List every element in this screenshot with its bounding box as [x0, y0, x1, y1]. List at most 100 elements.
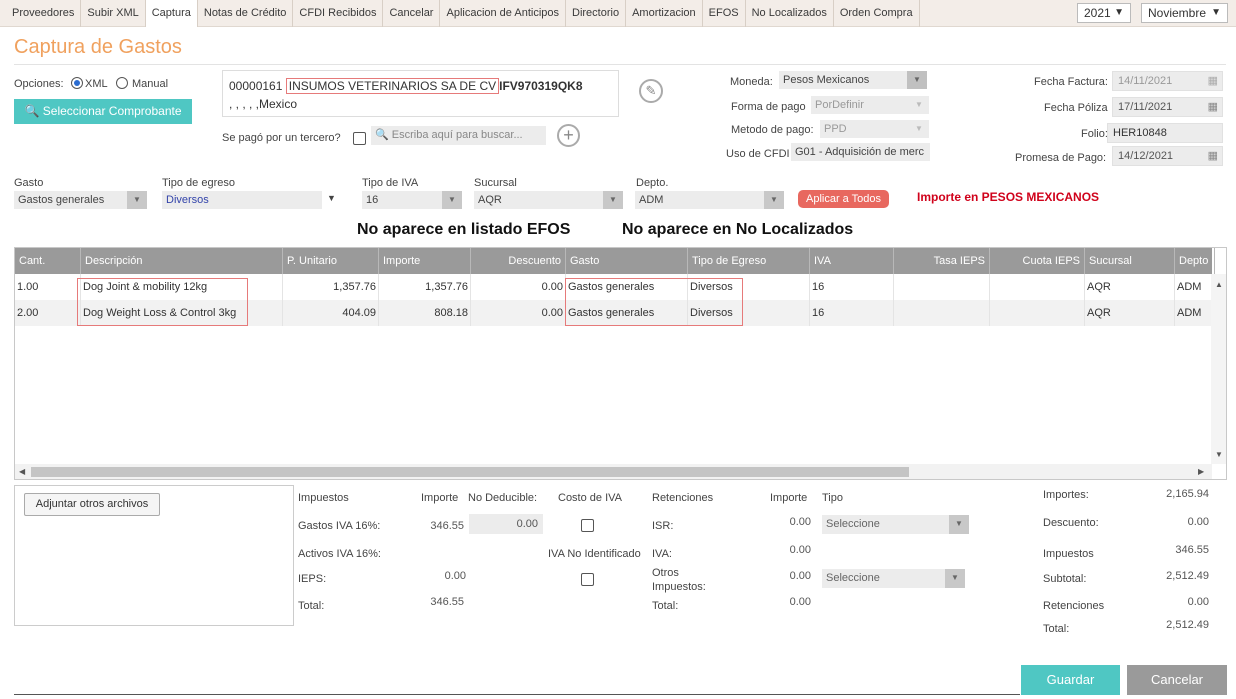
table-cell[interactable]: 0.00 — [471, 274, 566, 300]
table-cell[interactable] — [990, 274, 1085, 300]
edit-provider-icon[interactable]: ✎ — [639, 79, 663, 103]
column-header[interactable]: Sucursal — [1085, 248, 1175, 274]
table-cell[interactable]: 16 — [810, 300, 894, 326]
promesa-pago-input[interactable]: 14/12/2021 ▦ — [1112, 146, 1223, 166]
iva-no-identificado-checkbox[interactable] — [581, 573, 594, 586]
no-deducible-input[interactable]: 0.00 — [469, 514, 543, 534]
table-cell[interactable]: ADM — [1175, 300, 1215, 326]
column-header[interactable]: Cant. — [15, 248, 81, 274]
horizontal-scrollbar[interactable]: ◀ ▶ — [15, 464, 1212, 479]
gasto-select[interactable]: Gastos generales ▼ — [14, 191, 147, 209]
table-cell[interactable]: 16 — [810, 274, 894, 300]
attach-files-button[interactable]: Adjuntar otros archivos — [24, 493, 160, 516]
nav-item-cancelar[interactable]: Cancelar — [383, 0, 441, 27]
table-cell[interactable]: 404.09 — [283, 300, 379, 326]
column-header[interactable]: Gasto — [566, 248, 688, 274]
table-cell[interactable]: AQR — [1085, 300, 1175, 326]
table-cell[interactable] — [990, 300, 1085, 326]
table-cell[interactable]: Dog Weight Loss & Control 3kg — [81, 300, 283, 326]
sucursal-select[interactable]: AQR ▼ — [474, 191, 623, 209]
select-comprobante-button[interactable]: 🔍 Seleccionar Comprobante — [14, 99, 192, 124]
otros-tipo-select[interactable]: Seleccione ▼ — [822, 569, 965, 588]
add-provider-icon[interactable]: + — [557, 124, 580, 147]
folio-input[interactable]: HER10848 — [1107, 123, 1223, 143]
metodo-pago-label: Metodo de pago: — [731, 124, 814, 136]
cancel-button[interactable]: Cancelar — [1127, 665, 1227, 695]
nav-item-cfdi-recibidos[interactable]: CFDI Recibidos — [293, 0, 384, 27]
table-cell[interactable]: Dog Joint & mobility 12kg — [81, 274, 283, 300]
nav-item-aplicacion-de-anticipos[interactable]: Aplicacion de Anticipos — [440, 0, 566, 27]
moneda-select[interactable]: Pesos Mexicanos ▼ — [779, 71, 927, 89]
tipo-iva-select[interactable]: 16 ▼ — [362, 191, 462, 209]
table-row[interactable]: 1.00 Dog Joint & mobility 12kg 1,357.76 1,3… — [15, 274, 1215, 300]
table-cell[interactable]: ADM — [1175, 274, 1215, 300]
nav-item-orden-compra[interactable]: Orden Compra — [834, 0, 920, 27]
column-header[interactable]: Tasa IEPS — [894, 248, 990, 274]
nav-item-notas-de-cr-dito[interactable]: Notas de Crédito — [198, 0, 294, 27]
nav-item-subir-xml[interactable]: Subir XML — [81, 0, 146, 27]
column-header[interactable]: Depto — [1175, 248, 1215, 274]
column-header[interactable]: Cuota IEPS — [990, 248, 1085, 274]
table-cell[interactable]: 0.00 — [471, 300, 566, 326]
nav-item-efos[interactable]: EFOS — [703, 0, 746, 27]
nav-item-no-localizados[interactable]: No Localizados — [746, 0, 834, 27]
calendar-icon[interactable]: ▦ — [1208, 98, 1218, 116]
save-button[interactable]: Guardar — [1021, 665, 1120, 695]
month-select[interactable]: Noviembre ▼ — [1141, 3, 1228, 23]
table-cell[interactable]: Gastos generales — [566, 300, 688, 326]
costo-iva-checkbox[interactable] — [581, 519, 594, 532]
ieps-value: 0.00 — [444, 570, 466, 582]
column-header[interactable]: Descuento — [471, 248, 566, 274]
table-cell[interactable] — [894, 274, 990, 300]
table-cell[interactable]: 1,357.76 — [379, 274, 471, 300]
table-cell[interactable]: 808.18 — [379, 300, 471, 326]
table-cell[interactable]: Diversos — [688, 274, 810, 300]
fecha-poliza-input[interactable]: 17/11/2021 ▦ — [1112, 97, 1223, 117]
table-cell[interactable]: Diversos — [688, 300, 810, 326]
table-cell[interactable]: 1,357.76 — [283, 274, 379, 300]
tipo-egreso-select[interactable]: Diversos — [162, 191, 322, 209]
moneda-value: Pesos Mexicanos — [783, 74, 870, 86]
retenciones-header: Retenciones — [652, 492, 714, 504]
manual-radio[interactable] — [116, 77, 128, 89]
scroll-right-icon[interactable]: ▶ — [1198, 467, 1204, 476]
scroll-left-icon[interactable]: ◀ — [19, 467, 25, 476]
column-header[interactable]: P. Unitario — [283, 248, 379, 274]
column-header[interactable]: Importe — [379, 248, 471, 274]
provider-name: INSUMOS VETERINARIOS SA DE CV — [285, 78, 500, 94]
column-header[interactable]: Tipo de Egreso — [688, 248, 810, 274]
vertical-scrollbar[interactable]: ▲ ▼ — [1211, 274, 1226, 464]
table-cell[interactable]: Gastos generales — [566, 274, 688, 300]
calendar-icon[interactable]: ▦ — [1208, 147, 1218, 165]
forma-pago-select[interactable]: PorDefinir ▼ — [811, 96, 929, 114]
table-row[interactable]: 2.00 Dog Weight Loss & Control 3kg 404.09 8… — [15, 300, 1215, 326]
column-header[interactable]: Descripción — [81, 248, 283, 274]
xml-radio[interactable] — [71, 77, 83, 89]
scroll-thumb[interactable] — [31, 467, 909, 477]
chevron-down-icon[interactable]: ▼ — [327, 193, 336, 203]
scroll-up-icon[interactable]: ▲ — [1215, 280, 1223, 289]
provider-search-input[interactable]: 🔍 Escriba aquí para buscar... — [371, 126, 546, 145]
otros-impuestos-value: 0.00 — [789, 570, 811, 582]
nav-item-proveedores[interactable]: Proveedores — [6, 0, 82, 27]
isr-tipo-select[interactable]: Seleccione ▼ — [822, 515, 969, 534]
table-cell[interactable] — [894, 300, 990, 326]
nav-item-amortizacion[interactable]: Amortizacion — [626, 0, 703, 27]
table-cell[interactable]: AQR — [1085, 274, 1175, 300]
nav-item-captura[interactable]: Captura — [145, 0, 198, 27]
year-select[interactable]: 2021 ▼ — [1077, 3, 1131, 23]
uso-cfdi-select[interactable]: G01 - Adquisición de merc — [791, 143, 930, 161]
tipo-iva-value: 16 — [366, 194, 379, 206]
nav-item-directorio[interactable]: Directorio — [566, 0, 627, 27]
chevron-down-icon: ▼ — [907, 71, 927, 89]
metodo-pago-select[interactable]: PPD ▼ — [820, 120, 929, 138]
column-header[interactable]: IVA — [810, 248, 894, 274]
apply-all-button[interactable]: Aplicar a Todos — [798, 190, 889, 208]
table-cell[interactable]: 1.00 — [15, 274, 81, 300]
scroll-down-icon[interactable]: ▼ — [1215, 450, 1223, 459]
calendar-icon[interactable]: ▦ — [1208, 72, 1218, 90]
third-party-checkbox[interactable] — [353, 132, 366, 145]
depto-select[interactable]: ADM ▼ — [635, 191, 784, 209]
fecha-factura-input[interactable]: 14/11/2021 ▦ — [1112, 71, 1223, 91]
table-cell[interactable]: 2.00 — [15, 300, 81, 326]
